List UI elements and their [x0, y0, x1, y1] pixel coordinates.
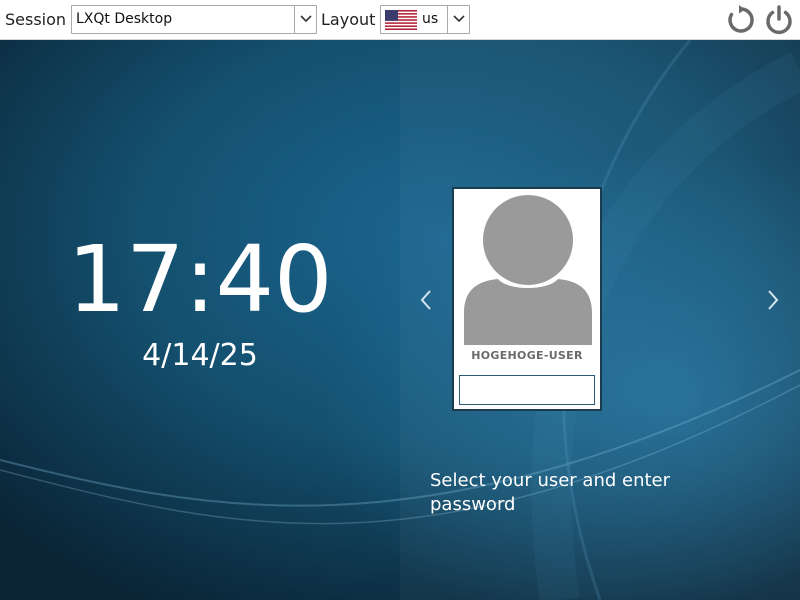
layout-dropdown[interactable]: us — [380, 5, 470, 34]
chevron-down-icon — [300, 15, 312, 23]
chevron-down-icon — [453, 15, 465, 23]
username-label: HOGEHOGE-USER — [471, 349, 583, 362]
login-hint: Select your user and enter password — [430, 470, 671, 515]
power-icon[interactable] — [763, 4, 795, 36]
us-flag-icon — [385, 10, 417, 30]
top-bar: Session LXQt Desktop Layout us — [0, 0, 800, 40]
layout-value: us — [422, 11, 439, 27]
clock-time: 17:40 — [67, 226, 333, 333]
user-avatar-icon — [464, 195, 592, 345]
chevron-right-icon[interactable] — [766, 289, 780, 311]
session-dropdown[interactable]: LXQt Desktop — [71, 5, 317, 34]
chevron-left-icon[interactable] — [419, 289, 433, 311]
clock-date: 4/14/25 — [142, 338, 258, 373]
user-card[interactable]: HOGEHOGE-USER — [452, 187, 602, 411]
layout-dropdown-arrow[interactable] — [447, 6, 469, 33]
restart-icon[interactable] — [725, 4, 757, 36]
session-dropdown-arrow[interactable] — [294, 6, 316, 33]
session-value: LXQt Desktop — [76, 11, 173, 27]
password-field[interactable] — [459, 375, 595, 405]
session-label: Session — [5, 10, 67, 29]
layout-label: Layout — [321, 10, 376, 29]
